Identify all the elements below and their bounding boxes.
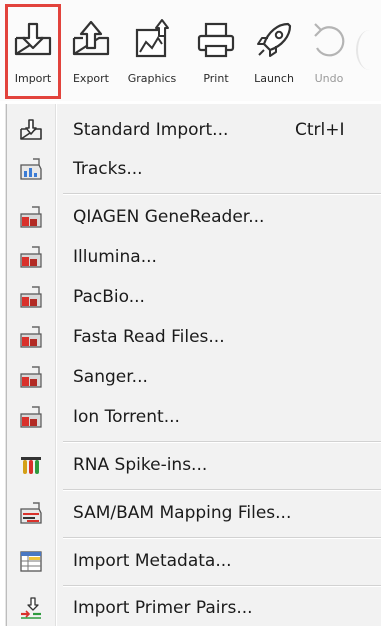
import-icon: [20, 119, 42, 140]
import-label: Import: [14, 72, 52, 85]
export-label: Export: [72, 72, 109, 85]
menu-item-standard-import[interactable]: Standard Import... Ctrl+I: [7, 110, 381, 150]
folder-import-icon: [20, 326, 42, 348]
menu-item-shortcut: Ctrl+I: [295, 120, 345, 140]
menu-item-label: QIAGEN GeneReader...: [73, 207, 265, 227]
launch-label: Launch: [254, 72, 294, 85]
menu-item-label: Ion Torrent...: [73, 407, 180, 427]
menu-item-label: Illumina...: [73, 247, 157, 267]
menu-item-label: Tracks...: [73, 159, 143, 179]
undo-button[interactable]: Undo: [306, 4, 352, 99]
menu-item-tracks[interactable]: Tracks...: [7, 149, 381, 189]
menu-item-sam-bam-mapping-files[interactable]: SAM/BAM Mapping Files...: [7, 493, 381, 533]
import-icon: [14, 22, 52, 56]
menu-separator: [63, 193, 381, 194]
menu-item-pacbio[interactable]: PacBio...: [7, 277, 381, 317]
print-button[interactable]: Print: [189, 4, 243, 99]
menu-separator: [63, 489, 381, 490]
menu-item-label: Import Metadata...: [73, 551, 232, 571]
menu-item-sanger[interactable]: Sanger...: [7, 357, 381, 397]
menu-item-rna-spike-ins[interactable]: RNA Spike-ins...: [7, 445, 381, 485]
rocket-icon: [257, 22, 292, 57]
menu-item-label: SAM/BAM Mapping Files...: [73, 503, 292, 523]
test-tubes-icon: [21, 457, 41, 474]
toolbar-overflow: [356, 30, 381, 70]
folder-import-icon: [20, 206, 42, 228]
menu-separator: [63, 441, 381, 442]
menu-item-ion-torrent[interactable]: Ion Torrent...: [7, 397, 381, 437]
undo-label: Undo: [314, 72, 344, 85]
import-button[interactable]: Import: [5, 4, 61, 99]
menu-item-import-metadata[interactable]: Import Metadata...: [7, 541, 381, 581]
menu-item-label: Standard Import...: [73, 120, 229, 140]
export-button[interactable]: Export: [63, 4, 119, 99]
menu-item-label: Import Primer Pairs...: [73, 598, 253, 618]
folder-import-icon: [20, 406, 42, 428]
menu-separator: [63, 585, 381, 586]
menu-item-label: Fasta Read Files...: [73, 327, 225, 347]
graphics-icon: [135, 19, 169, 58]
menu-item-qiagen-genereader[interactable]: QIAGEN GeneReader...: [7, 197, 381, 237]
undo-icon: [314, 23, 345, 57]
menu-item-label: PacBio...: [73, 287, 145, 307]
mapping-import-icon: [20, 502, 42, 524]
import-menu: Standard Import... Ctrl+I Tracks... QIAG…: [6, 104, 381, 626]
menu-item-fasta-read-files[interactable]: Fasta Read Files...: [7, 317, 381, 357]
primer-pairs-icon: [21, 597, 41, 619]
menu-item-illumina[interactable]: Illumina...: [7, 237, 381, 277]
menu-item-label: Sanger...: [73, 367, 148, 387]
menu-separator: [63, 537, 381, 538]
tracks-import-icon: [20, 158, 42, 180]
folder-import-icon: [20, 286, 42, 308]
print-label: Print: [203, 72, 229, 85]
folder-import-icon: [20, 366, 42, 388]
toolbar: Import Export Graphics Print Launch Undo: [0, 0, 381, 101]
print-icon: [197, 22, 235, 58]
metadata-table-icon: [20, 551, 42, 572]
launch-button[interactable]: Launch: [245, 4, 303, 99]
graphics-label: Graphics: [127, 72, 177, 85]
folder-import-icon: [20, 246, 42, 268]
export-icon: [72, 20, 110, 56]
graphics-button[interactable]: Graphics: [121, 4, 183, 99]
menu-item-import-primer-pairs[interactable]: Import Primer Pairs...: [7, 588, 381, 628]
menu-item-label: RNA Spike-ins...: [73, 455, 208, 475]
